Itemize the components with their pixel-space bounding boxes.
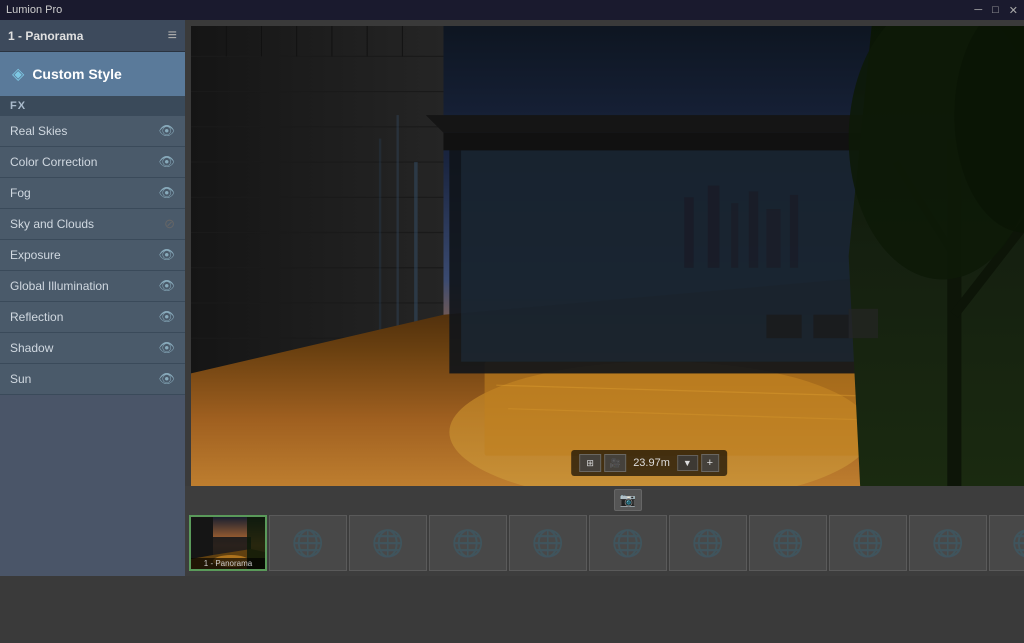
thumbnail-4[interactable]: 🌐: [509, 515, 587, 571]
fx-item-fog[interactable]: Fog 👁: [0, 178, 185, 209]
visibility-icon-exposure[interactable]: 👁: [158, 247, 175, 263]
visibility-icon-color-correction[interactable]: 👁: [158, 154, 175, 170]
globe-icon-7: 🌐: [772, 528, 804, 559]
visibility-icon-sun[interactable]: 👁: [158, 371, 175, 387]
fx-item-color-correction[interactable]: Color Correction 👁: [0, 147, 185, 178]
camera-icon-row: 📷: [185, 486, 1024, 514]
thumbnail-9[interactable]: 🌐: [909, 515, 987, 571]
fx-items-list: Real Skies 👁 Color Correction 👁 Fog 👁 Sk…: [0, 116, 185, 395]
visibility-icon-reflection[interactable]: 👁: [158, 309, 175, 325]
maximize-btn[interactable]: □: [992, 4, 999, 17]
fx-item-global-illumination[interactable]: Global Illumination 👁: [0, 271, 185, 302]
thumbnail-3[interactable]: 🌐: [429, 515, 507, 571]
globe-icon-9: 🌐: [932, 528, 964, 559]
custom-style-label: Custom Style: [32, 66, 121, 82]
globe-icon-5: 🌐: [612, 528, 644, 559]
titlebar: Lumion Pro ─ □ ✕: [0, 0, 1024, 20]
globe-icon-2: 🌐: [372, 528, 404, 559]
close-btn[interactable]: ✕: [1009, 4, 1018, 17]
thumbnail-7[interactable]: 🌐: [749, 515, 827, 571]
fx-label: FX: [0, 96, 185, 116]
visibility-icon-fog[interactable]: 👁: [158, 185, 175, 201]
bottom-section: 📷: [185, 486, 1024, 576]
globe-icon-3: 🌐: [452, 528, 484, 559]
main-layout: 1 - Panorama ≡ ◈ Custom Style FX Real Sk…: [0, 20, 1024, 576]
visibility-icon-shadow[interactable]: 👁: [158, 340, 175, 356]
fx-item-exposure[interactable]: Exposure 👁: [0, 240, 185, 271]
app-title: Lumion Pro: [6, 4, 62, 16]
fx-item-sky-clouds[interactable]: Sky and Clouds ⊘: [0, 209, 185, 240]
thumbnails-area: 📷: [185, 486, 1024, 576]
distance-dropdown[interactable]: ▼: [677, 455, 698, 471]
camera-mode-btn[interactable]: 🎥: [604, 454, 626, 472]
left-panel: 1 - Panorama ≡ ◈ Custom Style FX Real Sk…: [0, 20, 185, 576]
fx-item-sun[interactable]: Sun 👁: [0, 364, 185, 395]
visibility-icon-real-skies[interactable]: 👁: [158, 123, 175, 139]
panel-header: 1 - Panorama ≡: [0, 20, 185, 52]
thumbnail-5[interactable]: 🌐: [589, 515, 667, 571]
zoom-plus-btn[interactable]: +: [701, 454, 719, 472]
fx-item-shadow[interactable]: Shadow 👁: [0, 333, 185, 364]
custom-style-icon: ◈: [12, 64, 24, 84]
minimize-btn[interactable]: ─: [974, 4, 982, 17]
viewport-container: ▶ ⊞ 🎥 23.97m ▼ +: [191, 26, 1024, 486]
chevron-down-icon: ▼: [683, 458, 692, 468]
thumbnail-6[interactable]: 🌐: [669, 515, 747, 571]
visibility-icon-sky[interactable]: ⊘: [164, 216, 175, 232]
scene-icon-btn[interactable]: ⊞: [579, 454, 601, 472]
thumbnails-row: 1 - Panorama 🌐 🌐 🌐 🌐: [185, 514, 1024, 576]
thumb-label-0: 1 - Panorama: [191, 558, 265, 569]
globe-icon-6: 🌐: [692, 528, 724, 559]
thumbnail-2[interactable]: 🌐: [349, 515, 427, 571]
thumbnail-10[interactable]: 🌐: [989, 515, 1024, 571]
globe-icon-10: 🌐: [1012, 528, 1024, 559]
thumbnail-1[interactable]: 🌐: [269, 515, 347, 571]
add-camera-btn[interactable]: 📷: [614, 489, 642, 511]
fx-item-reflection[interactable]: Reflection 👁: [0, 302, 185, 333]
center-right: ▶ ⊞ 🎥 23.97m ▼ + 📷: [185, 20, 1024, 576]
thumbnail-8[interactable]: 🌐: [829, 515, 907, 571]
visibility-icon-gi[interactable]: 👁: [158, 278, 175, 294]
viewport-scene: [191, 26, 1024, 486]
panel-title: 1 - Panorama: [8, 29, 83, 43]
custom-style-section[interactable]: ◈ Custom Style: [0, 52, 185, 96]
viewport-distance: 23.97m: [629, 457, 674, 469]
globe-icon-8: 🌐: [852, 528, 884, 559]
globe-icon-4: 🌐: [532, 528, 564, 559]
thumbnail-0[interactable]: 1 - Panorama: [189, 515, 267, 571]
window-controls: ─ □ ✕: [974, 4, 1018, 17]
fx-item-real-skies[interactable]: Real Skies 👁: [0, 116, 185, 147]
panel-menu-icon[interactable]: ≡: [168, 27, 177, 45]
globe-icon-1: 🌐: [292, 528, 324, 559]
viewport-toolbar: ⊞ 🎥 23.97m ▼ +: [571, 450, 727, 476]
